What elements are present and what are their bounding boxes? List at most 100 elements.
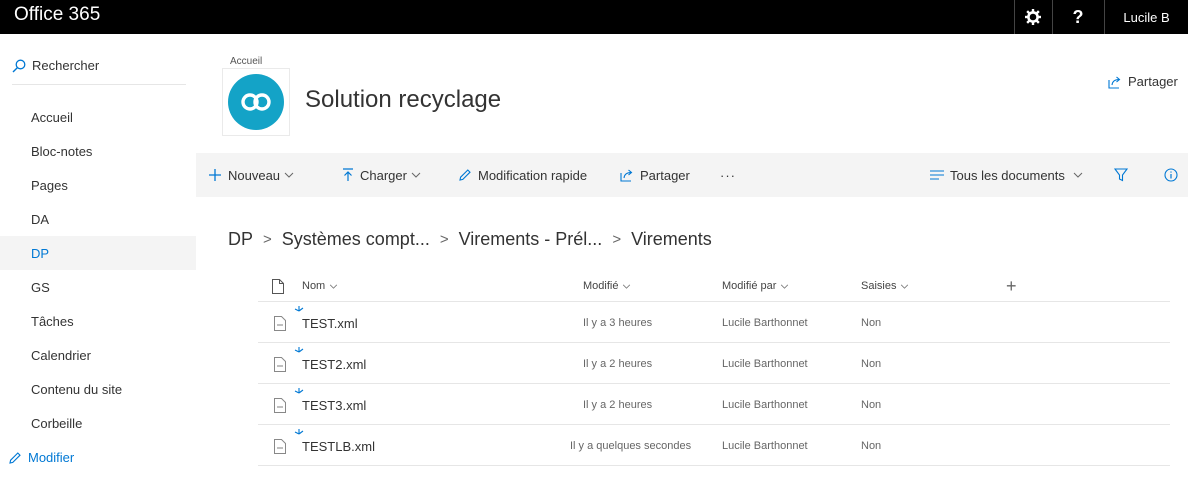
saisies-cell: Non (861, 385, 881, 425)
info-button[interactable] (1164, 153, 1184, 197)
nav-item-bloc-notes[interactable]: Bloc-notes (0, 134, 196, 168)
nav-item-contenu-du-site[interactable]: Contenu du site (0, 372, 196, 406)
modified-by-column-header[interactable]: Modifié par (722, 270, 789, 302)
modified-by-cell[interactable]: Lucile Barthonnet (722, 303, 808, 343)
column-label: Modifié (583, 280, 619, 292)
filter-icon (1114, 168, 1128, 182)
view-lines-icon (930, 170, 944, 180)
site-logo[interactable] (222, 68, 290, 136)
site-breadcrumb[interactable]: Accueil (230, 56, 262, 67)
chevron-down-icon (330, 284, 338, 289)
settings-button[interactable] (1015, 0, 1051, 34)
quick-edit-button[interactable]: Modification rapide (458, 153, 587, 197)
share-site-button[interactable]: Partager (1108, 74, 1178, 89)
user-menu-button[interactable]: Lucile B (1105, 0, 1188, 34)
file-name-link[interactable]: TEST3.xml (302, 385, 366, 425)
table-row[interactable]: TEST3.xml Il y a 2 heures Lucile Barthon… (258, 385, 1170, 425)
saisies-column-header[interactable]: Saisies (861, 270, 909, 302)
file-name-link[interactable]: TEST.xml (302, 303, 358, 343)
infinity-icon (241, 93, 271, 111)
view-selector[interactable]: Tous les documents (930, 153, 1089, 197)
modified-value: Il y a 2 heures (583, 358, 653, 370)
nav-item-label: Contenu du site (31, 381, 123, 397)
nav-item-calendrier[interactable]: Calendrier (0, 338, 196, 372)
filter-button[interactable] (1114, 153, 1134, 197)
chevron-down-icon (623, 284, 631, 289)
suite-bar: Office 365 ? Lucile B (0, 0, 1188, 34)
folder-breadcrumb: DP > Systèmes compt... > Virements - Pré… (228, 229, 712, 250)
new-label: Nouveau (228, 167, 281, 183)
upload-label: Charger (360, 167, 407, 183)
nav-item-gs[interactable]: GS (0, 270, 196, 304)
modified-cell: Il y a 3 heures (583, 303, 652, 343)
nav-item-da[interactable]: DA (0, 202, 196, 236)
share-label: Partager (1128, 74, 1178, 89)
nav-item-label: Bloc-notes (31, 143, 93, 159)
modified-column-header[interactable]: Modifié (583, 270, 631, 302)
more-actions-button[interactable]: ··· (720, 153, 736, 197)
upload-icon (343, 168, 353, 181)
list-header: Nom Modifié Modifié par Saisies + (258, 270, 1170, 302)
nav-item-pages[interactable]: Pages (0, 168, 196, 202)
new-button[interactable]: Nouveau (208, 153, 300, 197)
help-icon: ? (1072, 6, 1084, 27)
nav-item-accueil[interactable]: Accueil (0, 100, 196, 134)
saisies-value: Non (861, 440, 882, 452)
info-icon (1164, 168, 1178, 182)
nav-item-taches[interactable]: Tâches (0, 304, 196, 338)
site-logo-badge (228, 74, 284, 130)
modified-by-cell[interactable]: Lucile Barthonnet (722, 426, 808, 466)
nav-item-label: Tâches (31, 313, 74, 329)
chevron-down-icon (781, 284, 789, 289)
nav-item-corbeille[interactable]: Corbeille (0, 406, 196, 440)
saisies-value: Non (861, 358, 882, 370)
modified-by-cell[interactable]: Lucile Barthonnet (722, 344, 808, 384)
file-name: TEST2.xml (302, 356, 367, 372)
table-row[interactable]: TEST2.xml Il y a 2 heures Lucile Barthon… (258, 344, 1170, 384)
nav-item-label: GS (31, 279, 50, 295)
ellipsis-icon: ··· (720, 167, 736, 183)
breadcrumb-item[interactable]: Systèmes compt... (282, 229, 430, 250)
add-column-button[interactable]: + (1006, 270, 1017, 302)
chevron-down-icon (1073, 172, 1083, 178)
help-button[interactable]: ? (1053, 0, 1103, 34)
breadcrumb-separator: > (439, 231, 449, 248)
upload-button[interactable]: Charger (342, 153, 427, 197)
xml-file-icon (274, 356, 286, 372)
share-icon (1108, 76, 1121, 89)
breadcrumb-item[interactable]: Virements - Prél... (459, 229, 603, 250)
modified-value: Il y a quelques secondes (570, 440, 692, 452)
modified-by-value: Lucile Barthonnet (722, 317, 808, 329)
name-column-header[interactable]: Nom (302, 270, 338, 302)
file-name-link[interactable]: TEST2.xml (302, 344, 366, 384)
table-row[interactable]: TEST.xml Il y a 3 heures Lucile Barthonn… (258, 303, 1170, 343)
chevron-down-icon (411, 172, 421, 178)
file-type-column-header[interactable] (272, 270, 284, 302)
edit-links-button[interactable]: Modifier (8, 450, 74, 465)
nav-item-dp[interactable]: DP (0, 236, 196, 270)
modified-value: Il y a 3 heures (583, 317, 653, 329)
xml-file-icon (274, 315, 286, 331)
table-row[interactable]: TESTLB.xml Il y a quelques secondes Luci… (258, 426, 1170, 466)
file-type-cell (274, 344, 286, 384)
quick-edit-label: Modification rapide (478, 167, 588, 183)
modified-cell: Il y a 2 heures (583, 385, 652, 425)
modified-by-value: Lucile Barthonnet (722, 358, 808, 370)
search-label: Rechercher (32, 58, 100, 73)
file-name: TEST.xml (302, 315, 358, 331)
share-label: Partager (640, 167, 690, 183)
file-type-cell (274, 303, 286, 343)
modified-by-cell[interactable]: Lucile Barthonnet (722, 385, 808, 425)
share-button[interactable]: Partager (620, 153, 690, 197)
app-title[interactable]: Office 365 (14, 4, 100, 26)
search-box[interactable]: Rechercher (12, 58, 99, 73)
breadcrumb-item[interactable]: DP (228, 229, 253, 250)
file-name-link[interactable]: TESTLB.xml (302, 426, 375, 466)
modified-cell: Il y a quelques secondes (570, 426, 691, 466)
file-type-cell (274, 385, 286, 425)
file-name: TEST3.xml (302, 397, 367, 413)
breadcrumb-separator: > (612, 231, 622, 248)
nav-item-label: DP (31, 245, 50, 261)
site-title[interactable]: Solution recyclage (305, 86, 501, 114)
column-label: Nom (302, 280, 326, 292)
